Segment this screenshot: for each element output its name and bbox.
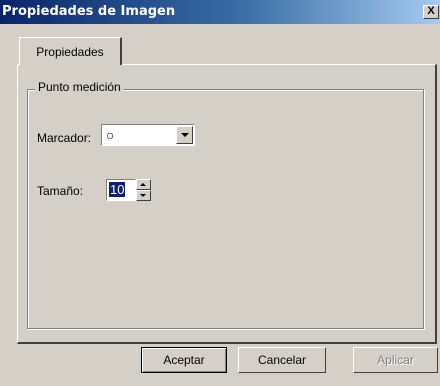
size-decrement-button[interactable] (136, 190, 151, 201)
title-bar[interactable]: Propiedades de Imagen X (0, 0, 440, 24)
close-icon: X (427, 5, 435, 17)
size-increment-button[interactable] (136, 179, 151, 190)
cancel-button[interactable]: Cancelar (238, 347, 326, 373)
apply-button[interactable]: Aplicar (353, 347, 438, 373)
group-label: Punto medición (35, 80, 124, 94)
size-label: Tamaño: (37, 184, 84, 198)
close-button[interactable]: X (423, 5, 439, 19)
marker-value: ○ (106, 127, 115, 143)
size-value: 10 (109, 182, 126, 197)
window-title: Propiedades de Imagen (2, 4, 176, 19)
arrow-up-icon (140, 183, 146, 186)
marker-select[interactable]: ○ (101, 124, 195, 146)
marker-label: Marcador: (37, 131, 92, 145)
accept-button[interactable]: Aceptar (141, 347, 227, 373)
marker-dropdown-button[interactable] (176, 126, 193, 144)
tab-label: Propiedades (36, 45, 104, 59)
size-input[interactable]: 10 (106, 179, 136, 201)
measurement-point-group (27, 89, 424, 329)
tab-propiedades[interactable]: Propiedades (19, 37, 122, 65)
chevron-down-icon (181, 133, 189, 137)
arrow-down-icon (140, 194, 146, 197)
